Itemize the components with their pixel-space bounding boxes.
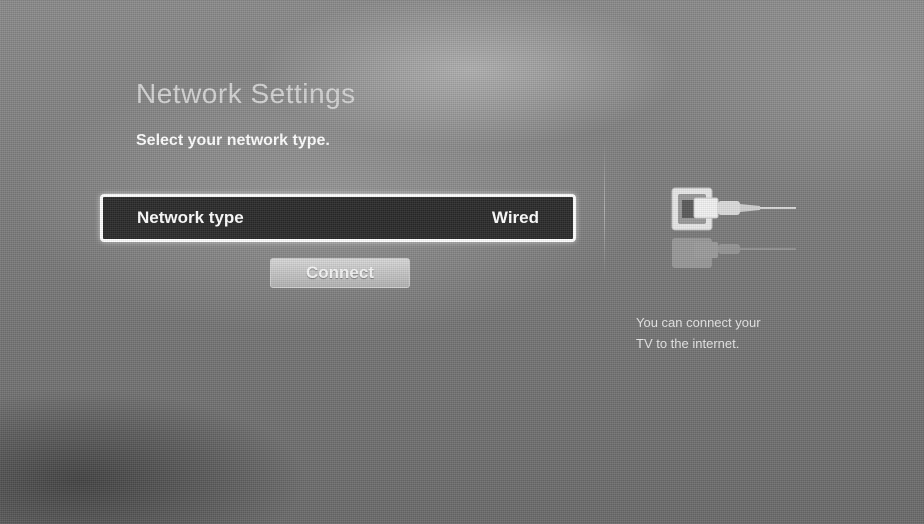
connect-button[interactable]: Connect <box>270 258 410 288</box>
lan-cable-icon <box>668 180 798 280</box>
page-title: Network Settings <box>136 78 356 109</box>
page-subtitle: Select your network type. <box>136 132 330 149</box>
panel-divider <box>604 140 605 280</box>
network-settings-screen: Network Settings Select your network typ… <box>0 0 924 524</box>
help-text-line-1: You can connect your <box>636 315 761 330</box>
network-type-selector[interactable]: Network type Wired <box>100 194 576 242</box>
network-type-label: Network type <box>137 208 244 227</box>
help-text-line-2: TV to the internet. <box>636 336 740 351</box>
help-text: You can connect your TV to the internet. <box>636 312 836 354</box>
network-type-value: Wired <box>491 208 539 227</box>
